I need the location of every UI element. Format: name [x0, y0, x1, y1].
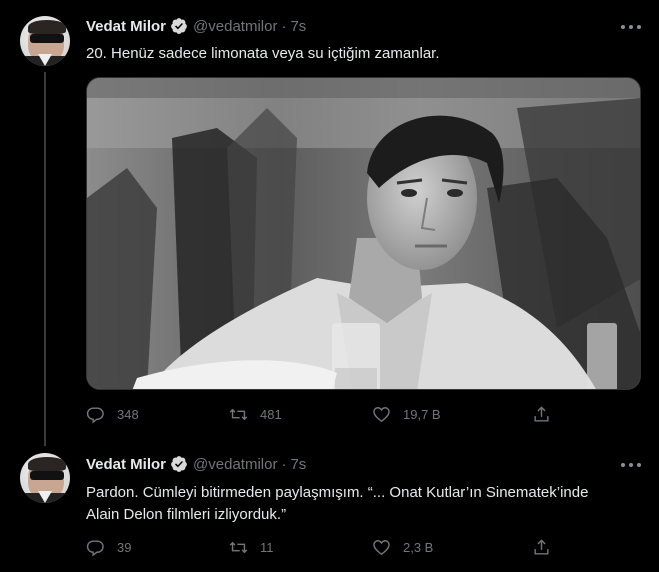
- tweet-text-line: Alain Delon filmleri izliyorduk.”: [86, 506, 287, 523]
- share-button[interactable]: [532, 538, 551, 557]
- tweet-header: Vedat Milor @vedatmilor · 7s: [86, 17, 306, 35]
- tweet-text: 20. Henüz sadece limonata veya su içtiği…: [86, 45, 440, 62]
- verified-badge-icon: [171, 456, 187, 472]
- retweet-button[interactable]: 481: [229, 405, 282, 424]
- photo-image: [87, 78, 640, 389]
- reply-icon: [86, 540, 104, 557]
- like-count: 2,3 B: [403, 540, 434, 555]
- retweet-icon: [229, 541, 248, 554]
- like-button[interactable]: 2,3 B: [372, 538, 433, 557]
- timestamp[interactable]: 7s: [290, 18, 306, 35]
- share-icon: [534, 539, 549, 555]
- tweet-actions: 39 11 2,3 B: [86, 538, 556, 560]
- like-count: 19,7 B: [403, 407, 441, 422]
- reply-button[interactable]: 348: [86, 405, 139, 424]
- verified-badge-icon: [171, 18, 187, 34]
- reply-count: 348: [117, 407, 139, 422]
- separator: ·: [281, 455, 287, 473]
- tweet-text: Pardon. Cümleyi bitirmeden paylaşmışım. …: [86, 482, 641, 526]
- author-handle[interactable]: @vedatmilor: [193, 18, 277, 35]
- like-icon: [373, 540, 390, 556]
- avatar[interactable]: [20, 453, 70, 503]
- author-name[interactable]: Vedat Milor: [86, 456, 166, 473]
- tweet-text-line: Pardon. Cümleyi bitirmeden paylaşmışım. …: [86, 484, 589, 501]
- more-icon[interactable]: [621, 460, 641, 470]
- tweet[interactable]: Vedat Milor @vedatmilor · 7s 20. Henüz s…: [0, 0, 659, 446]
- share-icon: [534, 406, 549, 422]
- tweet-photo[interactable]: [86, 77, 641, 390]
- timestamp[interactable]: 7s: [290, 456, 306, 473]
- retweet-count: 11: [260, 540, 274, 555]
- author-handle[interactable]: @vedatmilor: [193, 456, 277, 473]
- avatar[interactable]: [20, 16, 70, 66]
- separator: ·: [281, 17, 287, 35]
- author-name[interactable]: Vedat Milor: [86, 18, 166, 35]
- reply-button[interactable]: 39: [86, 538, 131, 557]
- retweet-count: 481: [260, 407, 282, 422]
- more-icon[interactable]: [621, 22, 641, 32]
- tweet[interactable]: Vedat Milor @vedatmilor · 7s Pardon. Cüm…: [0, 440, 659, 572]
- like-icon: [373, 407, 390, 423]
- reply-icon: [86, 407, 104, 424]
- like-button[interactable]: 19,7 B: [372, 405, 441, 424]
- retweet-icon: [229, 408, 248, 421]
- tweet-actions: 348 481 19,7 B: [86, 405, 556, 427]
- tweet-header: Vedat Milor @vedatmilor · 7s: [86, 455, 306, 473]
- reply-count: 39: [117, 540, 132, 555]
- retweet-button[interactable]: 11: [229, 538, 274, 557]
- thread-line: [44, 72, 46, 446]
- share-button[interactable]: [532, 405, 551, 424]
